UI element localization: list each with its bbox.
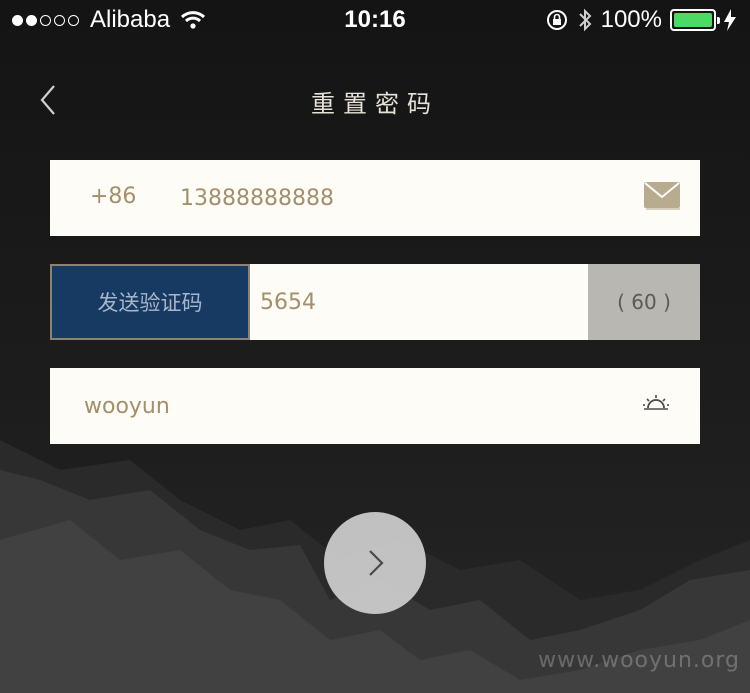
status-right: 100% xyxy=(537,6,736,34)
battery-level xyxy=(674,13,712,27)
bluetooth-icon xyxy=(578,8,592,32)
chevron-right-icon xyxy=(369,550,384,576)
eye-icon[interactable] xyxy=(642,394,670,414)
code-row: 发送验证码 ( 60 ) xyxy=(50,264,700,340)
rotation-lock-icon xyxy=(546,10,567,30)
password-input[interactable] xyxy=(84,386,604,426)
page-title: 重置密码 xyxy=(311,90,439,118)
battery-icon xyxy=(670,9,720,31)
verification-code-input[interactable] xyxy=(250,264,588,340)
password-row xyxy=(50,368,700,444)
status-bar: Alibaba 10:16 100% xyxy=(0,0,750,40)
watermark: www.wooyun.org xyxy=(538,648,740,673)
countdown-timer: ( 60 ) xyxy=(588,264,700,340)
charging-bolt-icon xyxy=(724,9,736,31)
mail-icon xyxy=(644,182,680,210)
country-code[interactable]: +86 xyxy=(90,184,136,209)
send-code-button[interactable]: 发送验证码 xyxy=(50,264,250,340)
phone-input[interactable] xyxy=(180,178,620,218)
phone-row: +86 xyxy=(50,160,700,236)
battery-percent: 100% xyxy=(600,6,662,33)
submit-button[interactable] xyxy=(324,512,426,614)
